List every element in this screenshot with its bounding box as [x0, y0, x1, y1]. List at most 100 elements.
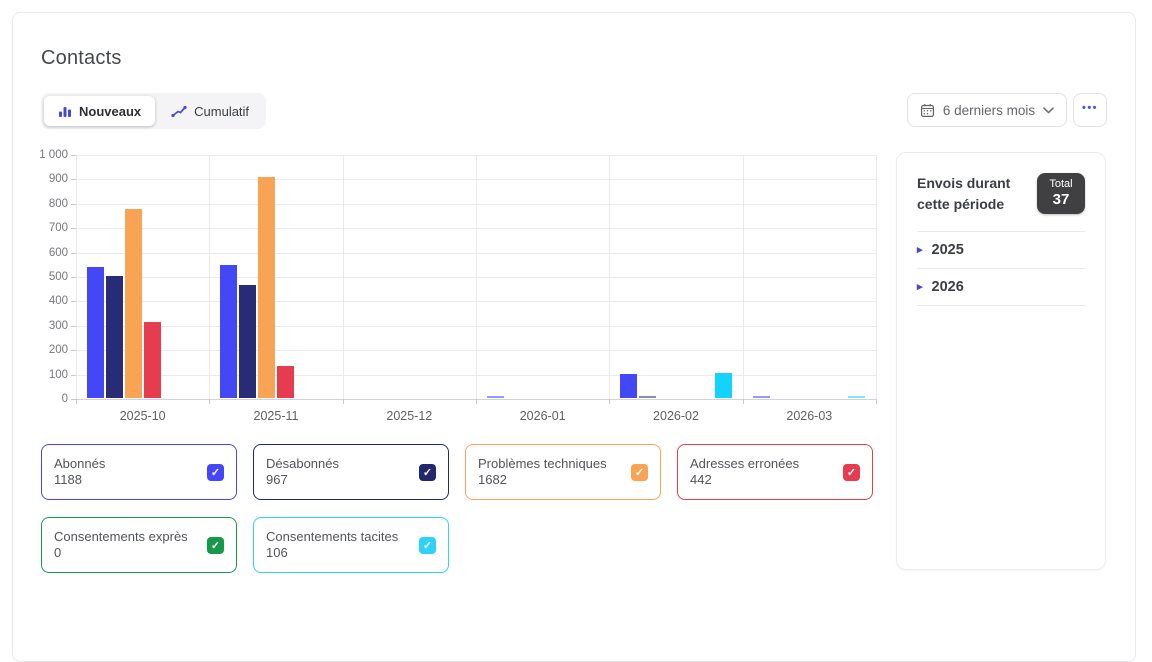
plot-area: 01002003004005006007008009001 0002025-10… [76, 155, 876, 399]
year-group-2026[interactable]: ▸ 2026 [917, 269, 1085, 305]
legend-card-label: Consentements tacites [266, 529, 419, 545]
series-checkbox[interactable]: ✓ [419, 537, 436, 554]
bar-Consentements tacites-2026-02[interactable] [715, 373, 732, 398]
bar-slot [220, 265, 237, 398]
y-axis-label: 200 [14, 344, 68, 356]
bar-slot [715, 373, 732, 398]
y-axis-label: 900 [14, 173, 68, 185]
x-axis-tick [743, 399, 744, 404]
legend-card-value: 106 [266, 545, 419, 561]
page-title: Contacts [41, 47, 122, 70]
series-checkbox[interactable]: ✓ [207, 464, 224, 481]
more-options-button[interactable]: ••• [1073, 93, 1107, 127]
x-axis-label: 2025-11 [209, 409, 342, 423]
legend-card-label: Adresses erronées [690, 456, 843, 472]
bar-Abonnés-2026-01[interactable] [487, 396, 504, 398]
chevron-right-icon: ▸ [917, 282, 923, 293]
tab-cumulatif[interactable]: Cumulatif [157, 96, 263, 126]
legend-card-Problèmes techniques[interactable]: Problèmes techniques1682✓ [465, 444, 661, 500]
bar-Problèmes techniques-2025-10[interactable] [125, 209, 142, 398]
sendings-summary-panel: Envois durant cette période Total 37 ▸20… [896, 152, 1106, 570]
x-axis-tick [76, 399, 77, 404]
series-checkbox[interactable]: ✓ [843, 464, 860, 481]
legend-card-Désabonnés[interactable]: Désabonnés967✓ [253, 444, 449, 500]
legend-card-text: Problèmes techniques1682 [478, 456, 631, 488]
y-axis-label: 600 [14, 247, 68, 259]
bar-Adresses erronées-2025-11[interactable] [277, 366, 294, 398]
x-axis-tick [609, 399, 610, 404]
bar-group-2026-01 [476, 155, 609, 398]
bar-group-2025-11 [209, 155, 342, 398]
bar-Abonnés-2025-11[interactable] [220, 265, 237, 398]
legend-card-Abonnés[interactable]: Abonnés1188✓ [41, 444, 237, 500]
bar-Abonnés-2026-02[interactable] [620, 374, 637, 398]
bar-Désabonnés-2026-02[interactable] [639, 396, 656, 398]
bar-slot [144, 322, 161, 398]
calendar-icon [920, 103, 935, 118]
summary-header: Envois durant cette période Total 37 [917, 173, 1085, 215]
bar-group-2026-02 [609, 155, 742, 398]
legend-card-value: 442 [690, 472, 843, 488]
series-checkbox[interactable]: ✓ [631, 464, 648, 481]
bar-slot [258, 177, 275, 398]
bar-Abonnés-2026-03[interactable] [753, 396, 770, 398]
bar-Désabonnés-2025-11[interactable] [239, 285, 256, 398]
bar-group-2025-12 [343, 155, 476, 398]
legend-card-value: 0 [54, 545, 207, 561]
legend-card-value: 1682 [478, 472, 631, 488]
x-axis-label: 2026-02 [609, 409, 742, 423]
y-axis-label: 300 [14, 320, 68, 332]
year-label: 2026 [932, 279, 964, 295]
legend-card-label: Consentements exprès [54, 529, 207, 545]
y-axis-label: 800 [14, 198, 68, 210]
bar-slot [87, 267, 104, 398]
bar-slot [639, 396, 656, 398]
tab-nouveaux[interactable]: Nouveaux [44, 96, 155, 126]
legend-card-text: Désabonnés967 [266, 456, 419, 488]
divider [917, 305, 1085, 306]
bar-slot [848, 396, 865, 398]
line-chart-icon [171, 105, 187, 118]
bar-slot [106, 276, 123, 398]
bar-Désabonnés-2025-10[interactable] [106, 276, 123, 398]
y-axis-label: 1 000 [14, 149, 68, 161]
vertical-gridline [876, 155, 877, 399]
x-axis-label: 2026-01 [476, 409, 609, 423]
legend-card-value: 967 [266, 472, 419, 488]
bar-slot [620, 374, 637, 398]
legend-card-text: Adresses erronées442 [690, 456, 843, 488]
period-label: 6 derniers mois [943, 103, 1035, 118]
year-group-2025[interactable]: ▸2025 [917, 232, 1085, 268]
y-axis-label: 400 [14, 295, 68, 307]
x-axis-tick [476, 399, 477, 404]
legend-card-Consentements exprès[interactable]: Consentements exprès0✓ [41, 517, 237, 573]
x-axis-tick [343, 399, 344, 404]
legend-card-label: Abonnés [54, 456, 207, 472]
x-axis-label: 2026-03 [743, 409, 876, 423]
bar-slot [487, 396, 504, 398]
total-badge-value: 37 [1045, 191, 1077, 208]
bar-Problèmes techniques-2025-11[interactable] [258, 177, 275, 398]
x-axis-tick [209, 399, 210, 404]
y-axis-label: 100 [14, 369, 68, 381]
series-checkbox[interactable]: ✓ [419, 464, 436, 481]
bar-slot [753, 396, 770, 398]
bar-slot [239, 285, 256, 398]
period-select[interactable]: 6 derniers mois [907, 93, 1067, 127]
legend-card-Adresses erronées[interactable]: Adresses erronées442✓ [677, 444, 873, 500]
total-badge: Total 37 [1037, 173, 1085, 214]
chevron-down-icon [1043, 107, 1054, 114]
bar-Abonnés-2025-10[interactable] [87, 267, 104, 398]
legend-card-text: Abonnés1188 [54, 456, 207, 488]
legend-card-Consentements tacites[interactable]: Consentements tacites106✓ [253, 517, 449, 573]
bar-Adresses erronées-2025-10[interactable] [144, 322, 161, 398]
legend-card-text: Consentements exprès0 [54, 529, 207, 561]
contacts-dashboard: Contacts Nouveaux [0, 0, 1152, 587]
legend-card-label: Désabonnés [266, 456, 419, 472]
year-label: 2025 [932, 242, 964, 258]
series-checkbox[interactable]: ✓ [207, 537, 224, 554]
y-axis-label: 0 [14, 393, 68, 405]
bar-Consentements tacites-2026-03[interactable] [848, 396, 865, 398]
summary-groups: ▸2025 ▸ 2026 [917, 231, 1085, 306]
bar-chart-icon [58, 104, 72, 118]
